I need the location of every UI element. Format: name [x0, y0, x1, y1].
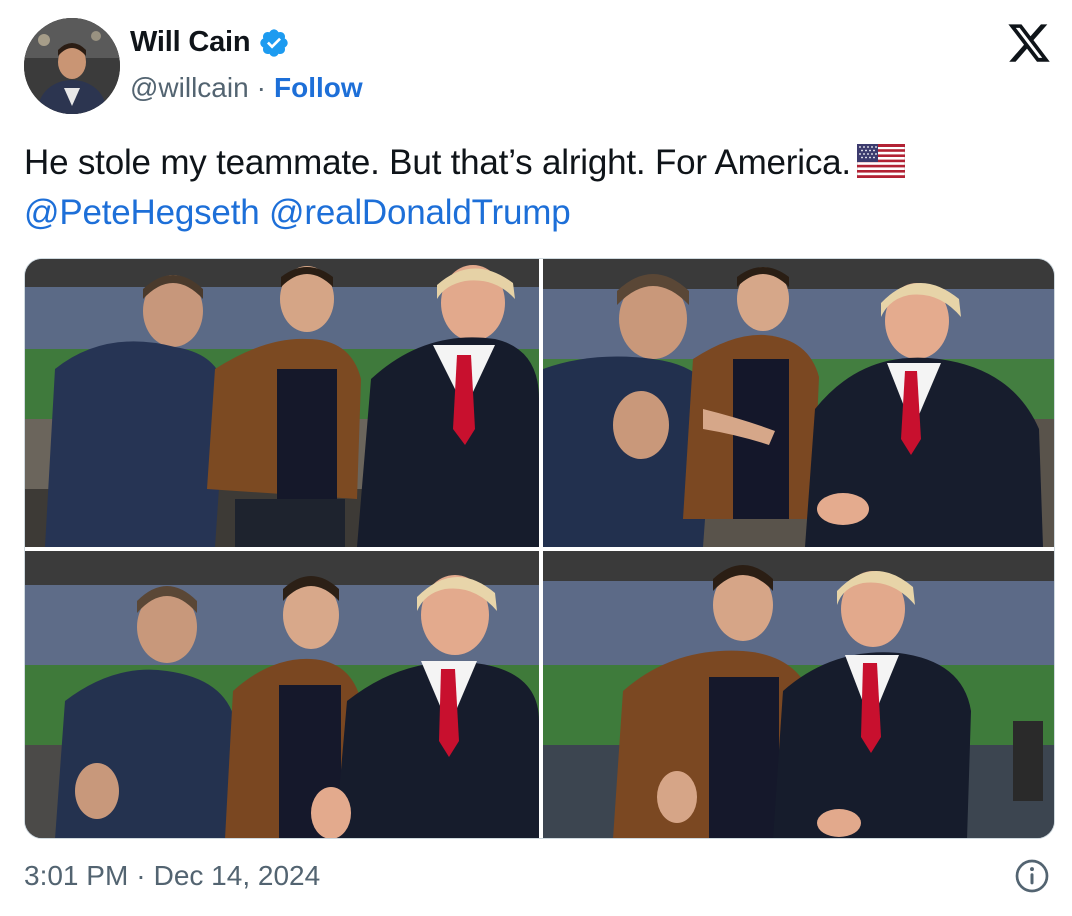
x-logo-icon[interactable] [1006, 20, 1052, 66]
photo-3[interactable] [25, 551, 539, 838]
tweet-body: He stole my teammate. But that’s alright… [24, 143, 851, 182]
photo-two-men-posing-icon [543, 551, 1054, 838]
photo-three-men-thumbs-up-icon [25, 551, 539, 838]
author-handle[interactable]: @willcain [130, 72, 249, 104]
photo-1[interactable] [25, 259, 539, 547]
media-grid [24, 258, 1055, 839]
author-handle-row: @willcain · Follow [130, 72, 363, 104]
author-display-name[interactable]: Will Cain [130, 26, 251, 59]
avatar[interactable] [24, 18, 120, 114]
tweet-date: Dec 14, 2024 [153, 860, 321, 891]
mention-link[interactable]: @realDonaldTrump [269, 193, 571, 232]
mention-link[interactable]: @PeteHegseth [24, 193, 260, 232]
separator-dot: · [136, 860, 146, 891]
photo-4[interactable] [543, 551, 1054, 838]
info-icon[interactable] [1014, 858, 1050, 894]
photo-three-men-talking-icon [25, 259, 539, 547]
author-name-row: Will Cain [130, 26, 290, 59]
tweet-timestamp[interactable]: 3:01 PM · Dec 14, 2024 [24, 860, 320, 892]
follow-button[interactable]: Follow [274, 72, 363, 104]
separator-dot: · [256, 72, 266, 103]
tweet-text: He stole my teammate. But that’s alright… [24, 138, 1044, 238]
user-avatar-icon [24, 18, 120, 114]
verified-badge-icon [260, 28, 289, 57]
photo-2[interactable] [543, 259, 1054, 547]
photo-three-men-gesturing-icon [543, 259, 1054, 547]
tweet-time: 3:01 PM [24, 860, 129, 891]
us-flag-icon [856, 144, 905, 178]
